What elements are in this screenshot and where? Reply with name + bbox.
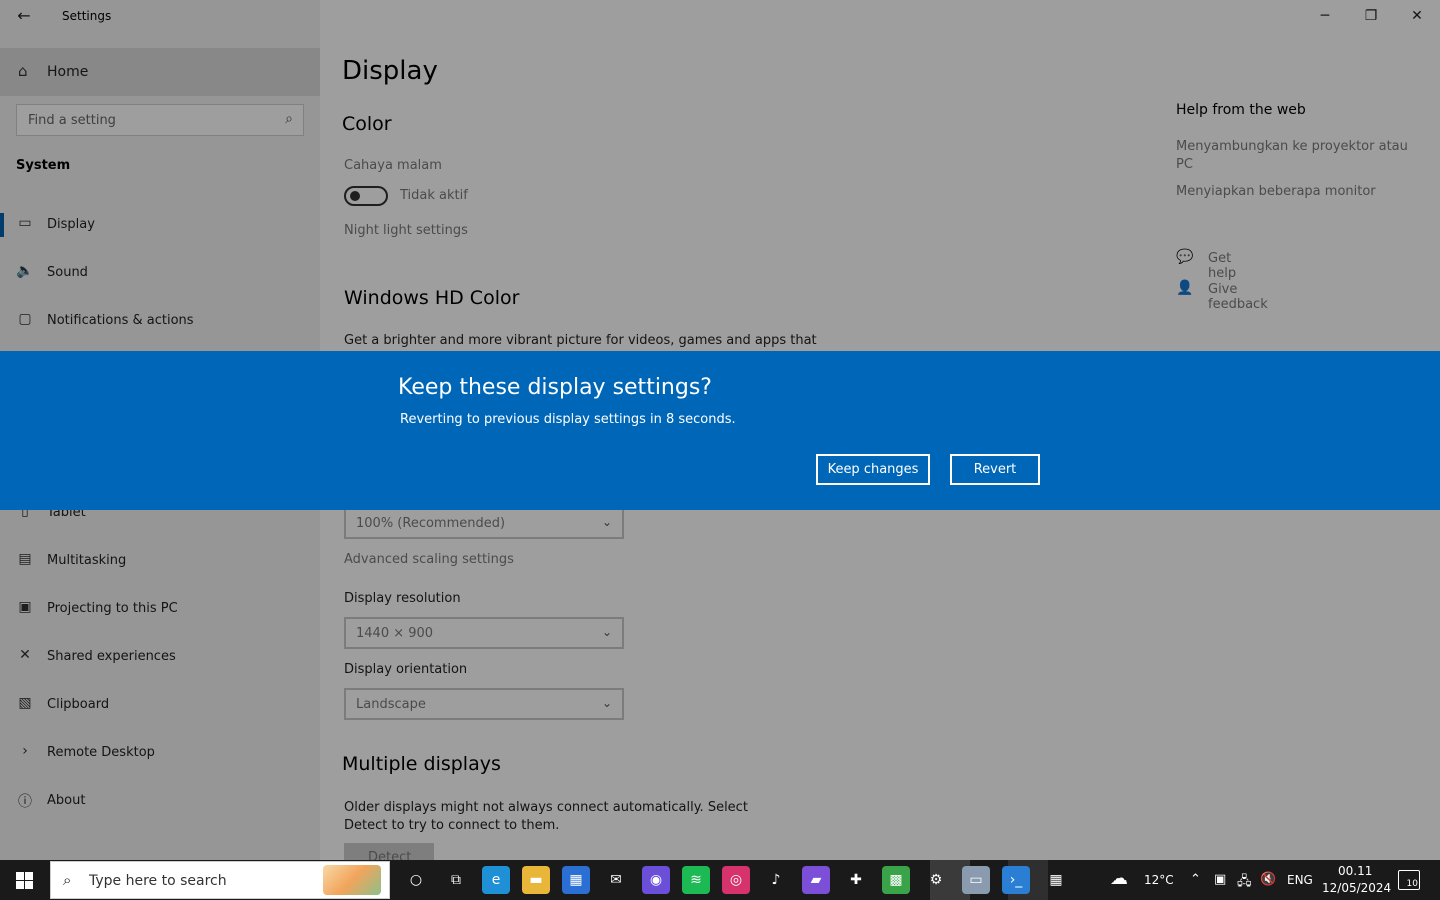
calendar-icon[interactable]: ▦ [1042,866,1070,894]
dialog-title: Keep these display settings? [398,375,712,400]
windows-logo-icon [16,872,33,889]
monitor-app-icon[interactable]: ▭ [962,866,990,894]
file-explorer-icon[interactable]: ▬ [522,866,550,894]
volume-muted-icon[interactable]: 🔇 [1260,872,1276,887]
terminal-icon[interactable]: ›_ [1002,866,1030,894]
weather-cloud-icon: ☁ [1110,868,1128,889]
task-view-icon[interactable]: ⧉ [442,866,470,894]
cortana-icon[interactable]: ○ [402,866,430,894]
action-center-icon[interactable]: 10 [1398,870,1420,890]
store-icon[interactable]: ▦ [562,866,590,894]
dialog-message: Reverting to previous display settings i… [400,412,736,427]
taskbar: ⌕ Type here to search ○ ⧉ e ▬ ▦ ✉ ◉ ≋ ◎ ♪ ▰ ✚ ▩ ⚙ ▭ ›_ ▦… [0,860,1440,900]
taskbar-search-placeholder: Type here to search [89,873,227,889]
firefox-icon[interactable]: ◉ [642,866,670,894]
clock-date[interactable]: 12/05/2024 [1322,881,1391,895]
video-editor-icon[interactable]: ▰ [802,866,830,894]
puzzle-icon[interactable]: ✚ [842,866,870,894]
edge-icon[interactable]: e [482,866,510,894]
clock-time[interactable]: 00.11 [1338,864,1372,878]
minecraft-icon[interactable]: ▩ [882,866,910,894]
start-button[interactable] [0,860,48,900]
spotify-icon[interactable]: ≋ [682,866,710,894]
settings-window: ← Settings ⌂ Home Find a setting ⌕ Syste… [0,0,1440,875]
weather-temp[interactable]: 12°C [1144,873,1174,887]
chevron-up-icon[interactable]: ⌃ [1190,872,1201,887]
search-icon: ⌕ [63,871,72,889]
language-indicator[interactable]: ENG [1287,873,1313,887]
settings-icon[interactable]: ⚙ [922,866,950,894]
tiktok-icon[interactable]: ♪ [762,866,790,894]
instagram-icon[interactable]: ◎ [722,866,750,894]
taskbar-search-box[interactable]: ⌕ Type here to search [50,861,390,899]
meet-now-icon[interactable]: ▣ [1214,872,1226,887]
network-icon[interactable]: 🖧 [1237,872,1252,894]
mail-icon[interactable]: ✉ [602,866,630,894]
revert-button[interactable]: Revert [950,454,1040,485]
keep-settings-dialog: Keep these display settings? Reverting t… [0,351,1440,510]
keep-changes-button[interactable]: Keep changes [816,454,930,485]
search-highlight-art-icon [323,865,381,895]
